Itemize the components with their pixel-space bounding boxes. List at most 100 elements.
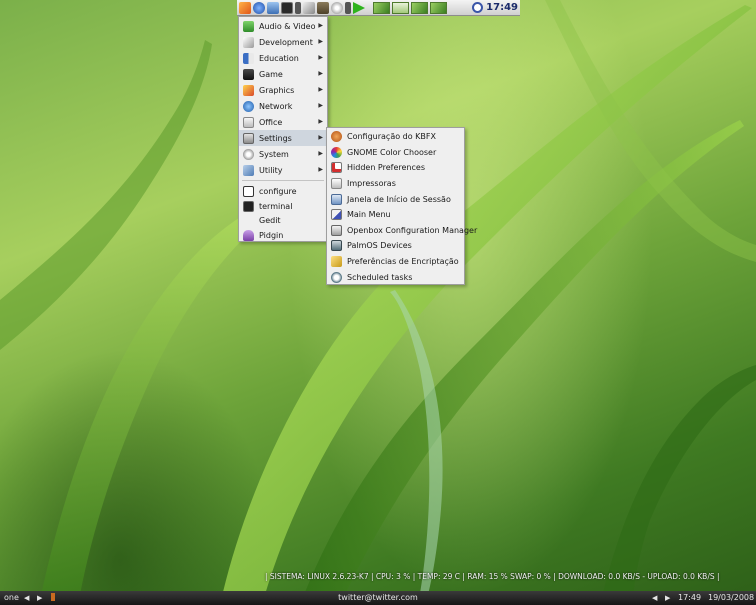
menu-item-label: Utility	[259, 165, 283, 175]
submenu-item-encryption[interactable]: Preferências de Encriptação	[327, 254, 464, 270]
bottom-panel: one ◀ ▶ twitter@twitter.com ◀ ▶ 17:49 19…	[0, 591, 756, 605]
hidden-prefs-icon	[331, 162, 342, 174]
menu-item-graphics[interactable]: Graphics ▶	[239, 82, 327, 98]
small-app-2-icon[interactable]	[345, 1, 351, 14]
bottom-clock-date[interactable]: 19/03/2008	[708, 593, 754, 603]
encryption-icon	[331, 256, 342, 268]
menu-item-game[interactable]: Game ▶	[239, 66, 327, 82]
submenu-arrow-icon: ▶	[318, 134, 323, 141]
top-clock-time: 17:49	[486, 2, 518, 13]
submenu-item-palmos[interactable]: PalmOS Devices	[327, 238, 464, 254]
workspace-thumbnail[interactable]	[430, 1, 447, 14]
submenu-arrow-icon: ▶	[318, 38, 323, 45]
submenu-arrow-icon: ▶	[318, 54, 323, 61]
start-menu-icon[interactable]	[239, 1, 251, 14]
menu-item-system[interactable]: System ▶	[239, 146, 327, 162]
home-folder-icon[interactable]	[267, 1, 279, 14]
submenu-item-label: GNOME Color Chooser	[347, 147, 437, 157]
utility-icon	[243, 164, 254, 176]
bottom-clock-time[interactable]: 17:49	[678, 593, 701, 603]
menu-item-pidgin[interactable]: Pidgin	[239, 228, 327, 243]
menu-item-network[interactable]: Network ▶	[239, 98, 327, 114]
menu-item-label: Gedit	[259, 216, 281, 226]
submenu-item-printers[interactable]: Impressoras	[327, 176, 464, 192]
top-panel: 17:49	[237, 0, 520, 16]
main-menu-icon	[331, 209, 342, 221]
printer-icon	[331, 178, 342, 190]
submenu-arrow-icon: ▶	[318, 166, 323, 173]
color-chooser-icon	[331, 146, 342, 158]
clock-icon	[472, 2, 484, 13]
submenu-item-color-chooser[interactable]: GNOME Color Chooser	[327, 145, 464, 161]
top-clock[interactable]: 17:49	[472, 2, 518, 13]
submenu-item-label: Scheduled tasks	[347, 272, 413, 282]
menu-item-label: configure	[259, 186, 297, 196]
login-window-icon	[331, 193, 342, 205]
desktop-wallpaper	[0, 0, 756, 605]
office-icon	[243, 116, 254, 128]
system-monitor-text: | SISTEMA: LINUX 2.6.23-K7 | CPU: 3 % | …	[265, 572, 720, 581]
menu-item-development[interactable]: Development ▶	[239, 34, 327, 50]
previous-task-icon[interactable]: ◀	[652, 593, 657, 603]
submenu-item-label: Preferências de Encriptação	[347, 257, 459, 267]
menu-item-label: Development	[259, 37, 313, 47]
small-app-icon[interactable]	[295, 1, 301, 14]
pidgin-icon	[243, 229, 254, 241]
menu-item-label: Audio & Video	[259, 21, 316, 31]
submenu-item-label: Impressoras	[347, 179, 396, 189]
scheduled-tasks-icon	[331, 271, 342, 283]
submenu-item-label: Openbox Configuration Manager	[347, 225, 478, 235]
play-icon[interactable]	[353, 1, 365, 14]
submenu-item-login-window[interactable]: Janela de Início de Sessão	[327, 191, 464, 207]
menu-item-label: terminal	[259, 201, 293, 211]
menu-item-configure[interactable]: configure	[239, 183, 327, 199]
menu-item-terminal[interactable]: terminal	[239, 199, 327, 214]
submenu-arrow-icon: ▶	[318, 102, 323, 109]
menu-item-office[interactable]: Office ▶	[239, 114, 327, 130]
audio-video-icon	[243, 20, 254, 32]
openbox-icon	[331, 224, 342, 236]
submenu-item-hidden-prefs[interactable]: Hidden Preferences	[327, 160, 464, 176]
next-task-icon[interactable]: ▶	[665, 593, 670, 603]
submenu-arrow-icon: ▶	[318, 150, 323, 157]
system-icon	[243, 148, 254, 160]
gimp-icon[interactable]	[317, 1, 329, 14]
menu-item-label: Network	[259, 101, 293, 111]
menu-item-label: Pidgin	[259, 230, 284, 240]
development-icon	[243, 36, 254, 48]
menu-item-label: Graphics	[259, 85, 295, 95]
workspace-thumbnail[interactable]	[392, 1, 409, 14]
terminal-icon	[243, 200, 254, 212]
browser-icon[interactable]	[253, 1, 265, 14]
submenu-item-kbfx[interactable]: Configuração do KBFX	[327, 129, 464, 145]
game-icon	[243, 68, 254, 80]
terminal-icon[interactable]	[281, 1, 293, 14]
menu-item-settings[interactable]: Settings ▶	[239, 130, 327, 146]
menu-item-gedit[interactable]: Gedit	[239, 214, 327, 229]
menu-item-education[interactable]: Education ▶	[239, 50, 327, 66]
submenu-arrow-icon: ▶	[318, 86, 323, 93]
submenu-item-openbox[interactable]: Openbox Configuration Manager	[327, 223, 477, 239]
submenu-item-label: Hidden Preferences	[347, 163, 425, 173]
submenu-item-scheduled-tasks[interactable]: Scheduled tasks	[327, 269, 464, 285]
menu-item-audio-video[interactable]: Audio & Video ▶	[239, 18, 327, 34]
workspace-thumbnail[interactable]	[373, 1, 390, 14]
submenu-item-label: Configuração do KBFX	[347, 132, 436, 142]
palm-device-icon	[331, 240, 342, 252]
workspace-thumbnail[interactable]	[411, 1, 428, 14]
settings-submenu: Configuração do KBFX GNOME Color Chooser…	[326, 127, 477, 285]
submenu-arrow-icon: ▶	[318, 70, 323, 77]
submenu-item-main-menu[interactable]: Main Menu	[327, 207, 464, 223]
task-title[interactable]: twitter@twitter.com	[0, 593, 756, 603]
submenu-arrow-icon: ▶	[318, 118, 323, 125]
submenu-item-label: Main Menu	[347, 210, 391, 220]
pen-icon[interactable]	[303, 1, 315, 14]
cd-icon[interactable]	[331, 1, 343, 14]
graphics-icon	[243, 84, 254, 96]
menu-item-label: System	[259, 149, 289, 159]
submenu-arrow-icon: ▶	[318, 22, 323, 29]
menu-separator	[242, 180, 324, 181]
configure-icon	[243, 185, 254, 197]
menu-item-label: Office	[259, 117, 283, 127]
menu-item-utility[interactable]: Utility ▶	[239, 162, 327, 178]
